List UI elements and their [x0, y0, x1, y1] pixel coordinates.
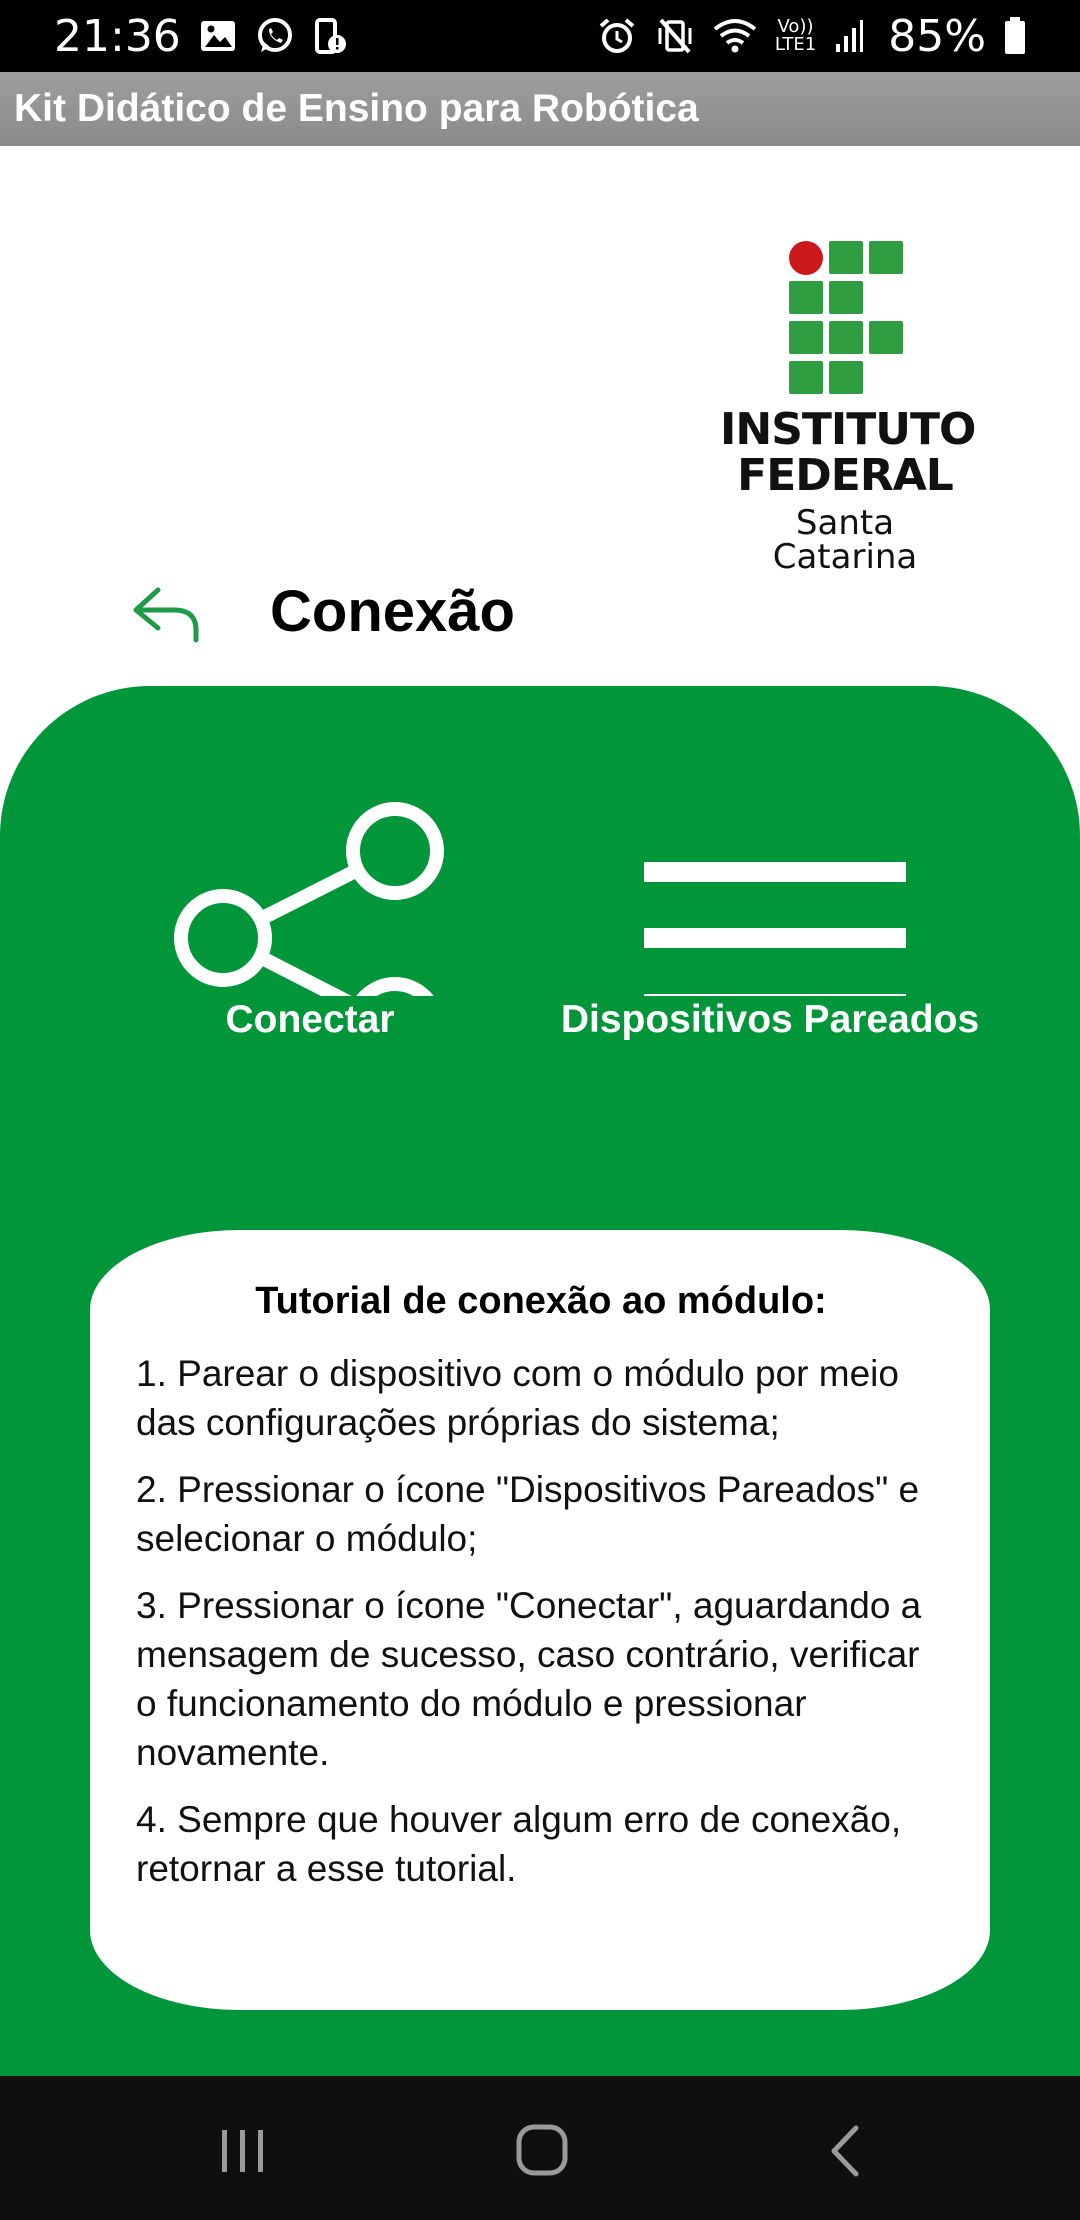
menu-icon	[644, 862, 906, 996]
recents-button[interactable]	[208, 2116, 278, 2186]
page-header: Conexão	[0, 560, 1080, 670]
share-icon	[174, 802, 444, 996]
tutorial-step-2: 2. Pressionar o ícone "Dispositivos Pare…	[136, 1469, 920, 1559]
paired-devices-button[interactable]: Dispositivos Pareados	[540, 786, 1000, 1046]
volte-label-bottom: LTE1	[774, 34, 817, 55]
connect-button[interactable]: Conectar	[150, 786, 470, 1046]
status-right: Vo)) LTE1 85%	[597, 11, 1026, 62]
tutorial-card: Tutorial de conexão ao módulo: 1. Parear…	[90, 1230, 990, 2010]
back-icon	[831, 2125, 859, 2177]
connect-label: Conectar	[225, 998, 395, 1041]
alarm-icon	[597, 16, 637, 56]
ifsc-logo: INSTITUTO FEDERAL Santa Catarina	[720, 240, 976, 574]
usb-alert-icon	[313, 16, 347, 56]
recents-icon	[222, 2130, 263, 2172]
image-icon	[199, 19, 237, 53]
tutorial-step-3: 3. Pressionar o ícone "Conectar", aguard…	[136, 1585, 922, 1773]
wifi-icon	[713, 17, 757, 55]
app-title: Kit Didático de Ensino para Robótica	[14, 87, 699, 130]
logo-line-instituto: INSTITUTO	[720, 404, 976, 455]
vibrate-mute-icon	[655, 16, 695, 56]
app-bar: Kit Didático de Ensino para Robótica	[0, 72, 1080, 146]
whatsapp-icon	[255, 16, 295, 56]
back-button[interactable]	[128, 582, 208, 652]
status-left: 21:36	[54, 11, 347, 62]
nav-back-button[interactable]	[812, 2116, 882, 2186]
connection-panel: Conectar Dispositivos Pareados Tutorial …	[0, 686, 1080, 2076]
paired-devices-label: Dispositivos Pareados	[560, 998, 980, 1041]
logo-line-federal: FEDERAL	[737, 450, 954, 501]
back-arrow-icon	[133, 587, 199, 643]
home-button[interactable]	[508, 2116, 578, 2186]
volte-icon: Vo)) LTE1	[775, 18, 816, 54]
tutorial-title: Tutorial de conexão ao módulo:	[255, 1280, 827, 1322]
ifsc-logo-text: INSTITUTO FEDERAL Santa Catarina	[720, 404, 976, 575]
page-title: Conexão	[270, 579, 515, 644]
battery-percent: 85%	[888, 10, 986, 62]
ifsc-logo-mark	[789, 241, 903, 394]
tutorial-step-1: 1. Parear o dispositivo com o módulo por…	[136, 1353, 899, 1443]
signal-icon	[834, 18, 864, 54]
system-nav-bar	[0, 2076, 1080, 2220]
status-bar: 21:36 Vo)) LTE1 85%	[0, 0, 1080, 72]
battery-icon	[1004, 17, 1026, 55]
status-time: 21:36	[54, 10, 181, 62]
tutorial-step-4: 4. Sempre que houver algum erro de conex…	[136, 1799, 902, 1889]
home-icon	[516, 2124, 568, 2176]
